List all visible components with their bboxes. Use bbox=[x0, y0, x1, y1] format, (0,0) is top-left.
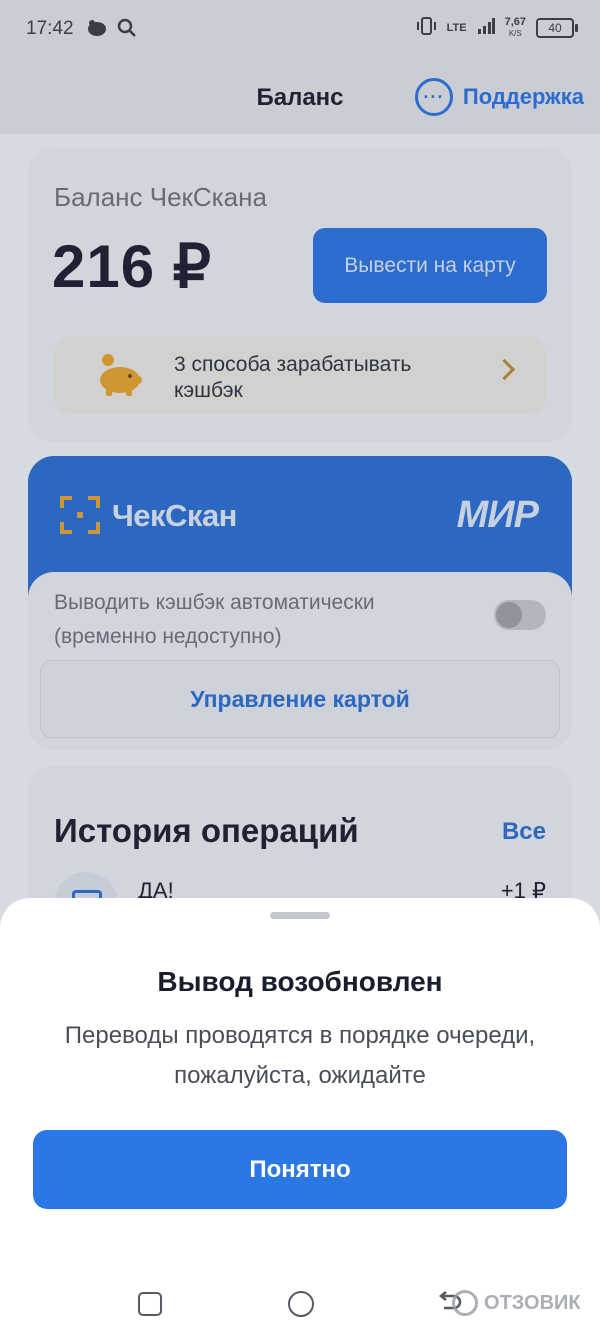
sheet-title: Вывод возобновлен bbox=[157, 966, 443, 997]
sheet-message: Переводы проводятся в порядке очереди, п… bbox=[20, 1016, 580, 1096]
watermark-logo-icon bbox=[452, 1290, 478, 1316]
sheet-drag-handle[interactable] bbox=[270, 912, 330, 919]
recents-icon[interactable] bbox=[138, 1292, 162, 1316]
home-icon[interactable] bbox=[288, 1291, 314, 1317]
ok-button[interactable]: Понятно bbox=[33, 1130, 567, 1209]
sheet-message-line1: Переводы проводятся в порядке очереди, bbox=[64, 1022, 536, 1049]
otzovik-watermark: ОТЗОВИК bbox=[452, 1290, 581, 1316]
sheet-message-line2: пожалуйста, ожидайте bbox=[174, 1062, 426, 1089]
watermark-text: ОТЗОВИК bbox=[484, 1291, 581, 1314]
